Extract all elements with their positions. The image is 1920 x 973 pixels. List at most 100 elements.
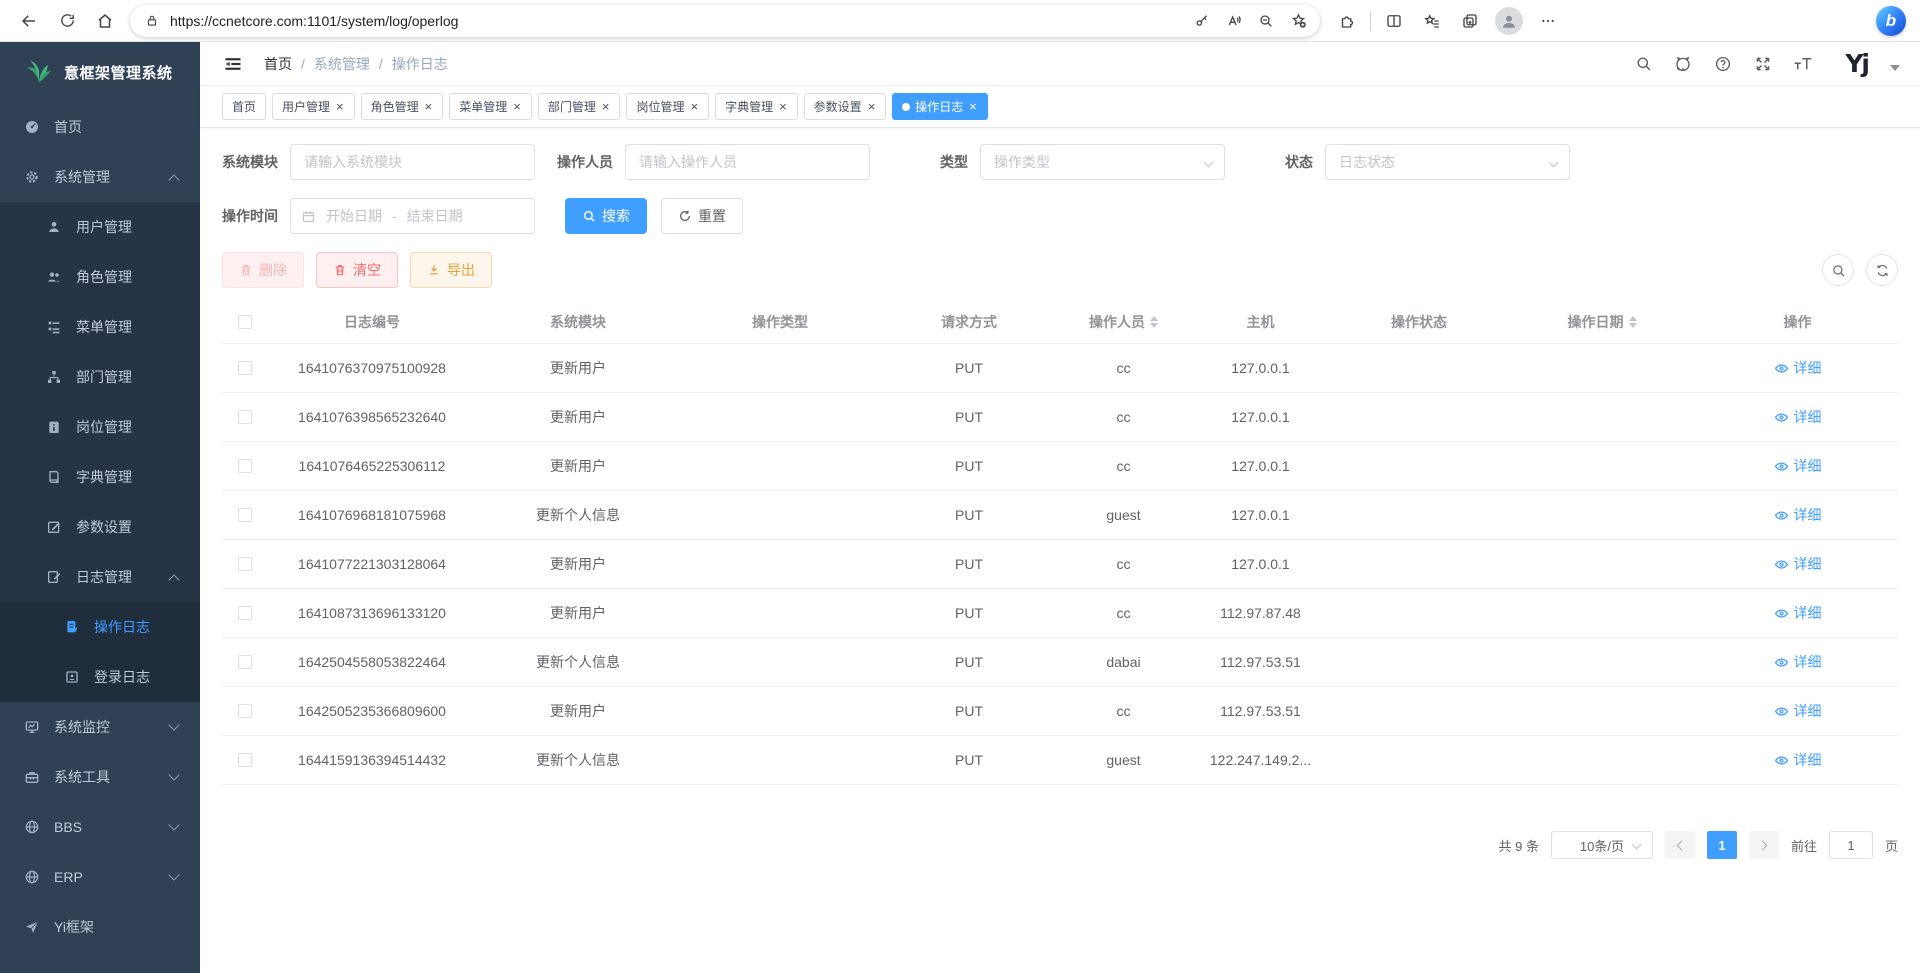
sidebar-item-erp[interactable]: ERP <box>0 852 200 902</box>
date-range-picker[interactable]: 开始日期 - 结束日期 <box>290 198 535 234</box>
tab-oper-log[interactable]: 操作日志× <box>892 93 988 120</box>
close-icon[interactable]: × <box>335 100 345 113</box>
font-size-icon[interactable] <box>1791 52 1815 76</box>
sidebar-item-oper-log[interactable]: 操作日志 <box>0 602 200 652</box>
prev-page-button[interactable] <box>1665 831 1695 859</box>
close-icon[interactable]: × <box>968 100 978 113</box>
detail-link[interactable]: 详细 <box>1774 652 1822 672</box>
app-logo[interactable]: 意框架管理系统 <box>0 42 200 102</box>
close-icon[interactable]: × <box>512 100 522 113</box>
status-select[interactable]: 日志状态 <box>1325 144 1570 180</box>
operator-input[interactable] <box>625 144 870 180</box>
sidebar-item-bbs[interactable]: BBS <box>0 802 200 852</box>
sidebar-item-param-settings[interactable]: 参数设置 <box>0 502 200 552</box>
back-icon[interactable] <box>10 5 48 37</box>
sidebar-item-dept-mgmt[interactable]: 部门管理 <box>0 352 200 402</box>
search-icon[interactable] <box>1631 52 1655 76</box>
help-icon[interactable] <box>1711 52 1735 76</box>
detail-link[interactable]: 详细 <box>1774 603 1822 623</box>
sidebar-item-system-monitor[interactable]: 系统监控 <box>0 702 200 752</box>
zoom-out-icon[interactable] <box>1250 5 1282 37</box>
close-icon[interactable]: × <box>867 100 877 113</box>
col-operator[interactable]: 操作人员 <box>1057 312 1190 332</box>
github-icon[interactable] <box>1671 52 1695 76</box>
key-icon[interactable] <box>1186 5 1218 37</box>
clear-button[interactable]: 清空 <box>316 252 398 288</box>
address-bar[interactable]: https://ccnetcore.com:1101/system/log/op… <box>130 5 1320 37</box>
yj-logo[interactable]: Yj <box>1845 49 1868 78</box>
more-menu-icon[interactable] <box>1529 5 1567 37</box>
row-checkbox[interactable] <box>238 508 252 522</box>
close-icon[interactable]: × <box>778 100 788 113</box>
sidebar-item-menu-mgmt[interactable]: 菜单管理 <box>0 302 200 352</box>
sort-carets-icon[interactable] <box>1150 316 1158 328</box>
collections-icon[interactable] <box>1451 5 1489 37</box>
tab-home[interactable]: 首页 <box>222 93 266 120</box>
sidebar-item-system-mgmt[interactable]: 系统管理 <box>0 152 200 202</box>
delete-button[interactable]: 删除 <box>222 252 304 288</box>
close-icon[interactable]: × <box>424 100 434 113</box>
sidebar-item-dict-mgmt[interactable]: 字典管理 <box>0 452 200 502</box>
tab-dept-mgmt[interactable]: 部门管理× <box>538 93 621 120</box>
tab-user-mgmt[interactable]: 用户管理× <box>272 93 355 120</box>
row-checkbox[interactable] <box>238 361 252 375</box>
goto-page-input[interactable] <box>1829 831 1873 859</box>
tab-post-mgmt[interactable]: 岗位管理× <box>626 93 709 120</box>
current-page-button[interactable]: 1 <box>1707 831 1737 859</box>
sidebar-item-role-mgmt[interactable]: 角色管理 <box>0 252 200 302</box>
detail-link[interactable]: 详细 <box>1774 456 1822 476</box>
sidebar-item-yi-framework[interactable]: Yi框架 <box>0 902 200 952</box>
detail-link[interactable]: 详细 <box>1774 554 1822 574</box>
sidebar-item-system-tools[interactable]: 系统工具 <box>0 752 200 802</box>
type-select[interactable]: 操作类型 <box>980 144 1225 180</box>
page-size-select[interactable]: 10条/页 <box>1551 831 1653 859</box>
row-checkbox[interactable] <box>238 459 252 473</box>
row-checkbox[interactable] <box>238 410 252 424</box>
extensions-icon[interactable] <box>1328 5 1366 37</box>
table-refresh-button[interactable] <box>1866 254 1898 286</box>
collapse-menu-icon[interactable] <box>220 48 246 80</box>
profile-avatar[interactable] <box>1495 7 1523 35</box>
user-menu-caret-icon[interactable] <box>1890 65 1900 71</box>
detail-link[interactable]: 详细 <box>1774 358 1822 378</box>
reset-button[interactable]: 重置 <box>661 198 743 234</box>
refresh-icon[interactable] <box>48 5 86 37</box>
tab-menu-mgmt[interactable]: 菜单管理× <box>449 93 532 120</box>
row-checkbox[interactable] <box>238 704 252 718</box>
detail-link[interactable]: 详细 <box>1774 701 1822 721</box>
sidebar-item-login-log[interactable]: 登录日志 <box>0 652 200 702</box>
close-icon[interactable]: × <box>689 100 699 113</box>
detail-link[interactable]: 详细 <box>1774 750 1822 770</box>
breadcrumb-system-mgmt[interactable]: 系统管理 <box>314 54 370 74</box>
split-screen-icon[interactable] <box>1375 5 1413 37</box>
favorite-add-icon[interactable] <box>1282 5 1314 37</box>
favorites-bar-icon[interactable] <box>1413 5 1451 37</box>
row-checkbox[interactable] <box>238 655 252 669</box>
header-checkbox[interactable] <box>238 315 252 329</box>
home-icon[interactable] <box>86 5 124 37</box>
tab-param-settings[interactable]: 参数设置× <box>804 93 887 120</box>
breadcrumb-home[interactable]: 首页 <box>264 54 292 74</box>
export-button[interactable]: 导出 <box>410 252 492 288</box>
next-page-button[interactable] <box>1749 831 1779 859</box>
table-search-button[interactable] <box>1822 254 1854 286</box>
row-checkbox[interactable] <box>238 606 252 620</box>
fullscreen-icon[interactable] <box>1751 52 1775 76</box>
col-date[interactable]: 操作日期 <box>1507 312 1697 332</box>
copilot-icon[interactable]: b <box>1876 6 1906 36</box>
row-checkbox[interactable] <box>238 557 252 571</box>
url-text[interactable]: https://ccnetcore.com:1101/system/log/op… <box>170 13 1186 29</box>
tab-dict-mgmt[interactable]: 字典管理× <box>715 93 798 120</box>
detail-link[interactable]: 详细 <box>1774 505 1822 525</box>
detail-link[interactable]: 详细 <box>1774 407 1822 427</box>
tab-role-mgmt[interactable]: 角色管理× <box>361 93 444 120</box>
sort-carets-icon[interactable] <box>1629 316 1637 328</box>
sidebar-item-post-mgmt[interactable]: 岗位管理 <box>0 402 200 452</box>
module-input[interactable] <box>290 144 535 180</box>
search-button[interactable]: 搜索 <box>565 198 647 234</box>
read-aloud-icon[interactable] <box>1218 5 1250 37</box>
close-icon[interactable]: × <box>601 100 611 113</box>
sidebar-item-log-mgmt[interactable]: 日志管理 <box>0 552 200 602</box>
row-checkbox[interactable] <box>238 753 252 767</box>
sidebar-item-home[interactable]: 首页 <box>0 102 200 152</box>
